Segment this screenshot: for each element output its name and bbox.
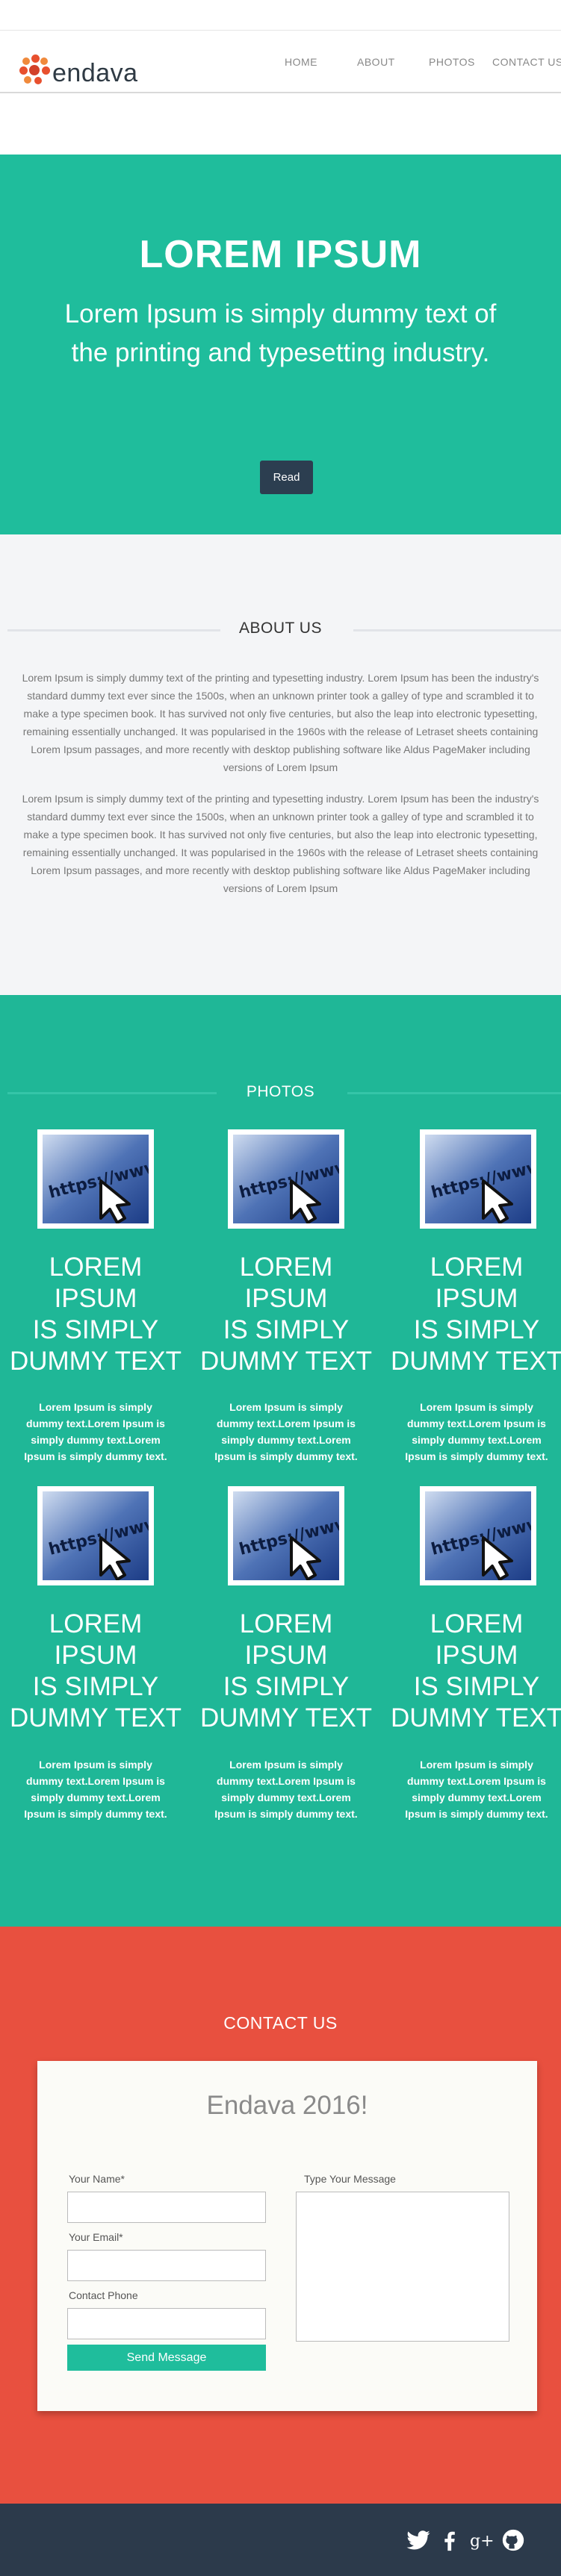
photo-thumbnail[interactable]: https://www [420,1129,536,1229]
form-title: Endava 2016! [206,2091,368,2120]
https-cursor-image: https://www [233,1135,339,1223]
photo-title: LOREM IPSUM IS SIMPLY DUMMY TEXT [199,1253,373,1376]
nav-about[interactable]: ABOUT [357,56,395,68]
site-header: endava HOME ABOUT PHOTOS CONTACT US [0,31,561,93]
logo-dot [22,57,30,65]
photos-title: PHOTOS [246,1083,315,1100]
photo-thumbnail[interactable]: https://www [228,1486,344,1585]
logo-dot [31,54,40,63]
nav-home[interactable]: HOME [285,56,317,68]
photo-title: LOREM IPSUM IS SIMPLY DUMMY TEXT [9,1609,182,1733]
about-paragraph: Lorem Ipsum is simply dummy text of the … [22,793,539,894]
logo-dot [24,76,31,84]
photo-caption: Lorem Ipsum is simply dummy text.Lorem I… [214,1401,358,1462]
nav-photos[interactable]: PHOTOS [429,56,475,68]
logo-dot [34,77,42,84]
read-button[interactable]: Read [260,461,313,494]
photos-section: PHOTOS https://www https://www https://w… [0,995,561,1927]
twitter-icon[interactable] [406,2527,431,2553]
https-cursor-image: https://www [425,1491,531,1580]
photo-thumbnail[interactable]: https://www [37,1129,154,1229]
endava-logo[interactable]: endava [18,52,152,89]
photo-thumbnail[interactable]: https://www [37,1486,154,1585]
facebook-icon[interactable] [437,2527,462,2553]
logo-dot [29,65,40,75]
email-field[interactable] [67,2250,266,2281]
send-message-button[interactable]: Send Message [67,2345,266,2371]
https-cursor-image: https://www [43,1135,149,1223]
photo-caption: Lorem Ipsum is simply dummy text.Lorem I… [24,1759,167,1820]
logo-wordmark: endava [52,59,138,87]
photo-title: LOREM IPSUM IS SIMPLY DUMMY TEXT [9,1253,182,1376]
name-label: Your Name* [69,2173,125,2185]
https-cursor-image: https://www [43,1491,149,1580]
phone-field[interactable] [67,2308,266,2339]
photo-thumbnail[interactable]: https://www [228,1129,344,1229]
https-cursor-image: https://www [425,1135,531,1223]
photo-caption: Lorem Ipsum is simply dummy text.Lorem I… [214,1759,358,1820]
nav-contact-us[interactable]: CONTACT US [492,56,561,68]
logo-dot [40,57,48,65]
email-label: Your Email* [69,2231,123,2243]
hero-section: LOREM IPSUM Lorem Ipsum is simply dummy … [0,155,561,534]
photo-thumbnail[interactable]: https://www [420,1486,536,1585]
hero-subtitle: Lorem Ipsum is simply dummy text of the … [64,299,497,367]
photo-caption: Lorem Ipsum is simply dummy text.Lorem I… [405,1759,548,1820]
site-footer: g+ [0,2504,561,2576]
about-section: ABOUT US Lorem Ipsum is simply dummy tex… [0,534,561,995]
google-plus-glyph: g+ [470,2532,494,2551]
message-textarea[interactable] [296,2192,509,2342]
about-paragraph: Lorem Ipsum is simply dummy text of the … [22,672,539,773]
google-plus-icon[interactable]: g+ [468,2527,494,2553]
name-field[interactable] [67,2192,266,2223]
contact-title: CONTACT US [223,2013,338,2033]
hero-title: LOREM IPSUM [139,233,422,276]
photo-title: LOREM IPSUM IS SIMPLY DUMMY TEXT [390,1609,561,1733]
photo-caption: Lorem Ipsum is simply dummy text.Lorem I… [405,1401,548,1462]
github-icon[interactable] [500,2527,526,2553]
logo-dot [42,66,50,75]
logo-dot [19,66,28,75]
phone-label: Contact Phone [69,2289,138,2301]
photo-caption: Lorem Ipsum is simply dummy text.Lorem I… [24,1401,167,1462]
contact-section: CONTACT US Endava 2016! Your Name* Your … [0,1927,561,2504]
about-title: ABOUT US [239,620,322,637]
photo-title: LOREM IPSUM IS SIMPLY DUMMY TEXT [199,1609,373,1733]
contact-form-card: Endava 2016! Your Name* Your Email* Cont… [37,2061,537,2411]
message-label: Type Your Message [304,2173,396,2185]
photo-title: LOREM IPSUM IS SIMPLY DUMMY TEXT [390,1253,561,1376]
https-cursor-image: https://www [233,1491,339,1580]
